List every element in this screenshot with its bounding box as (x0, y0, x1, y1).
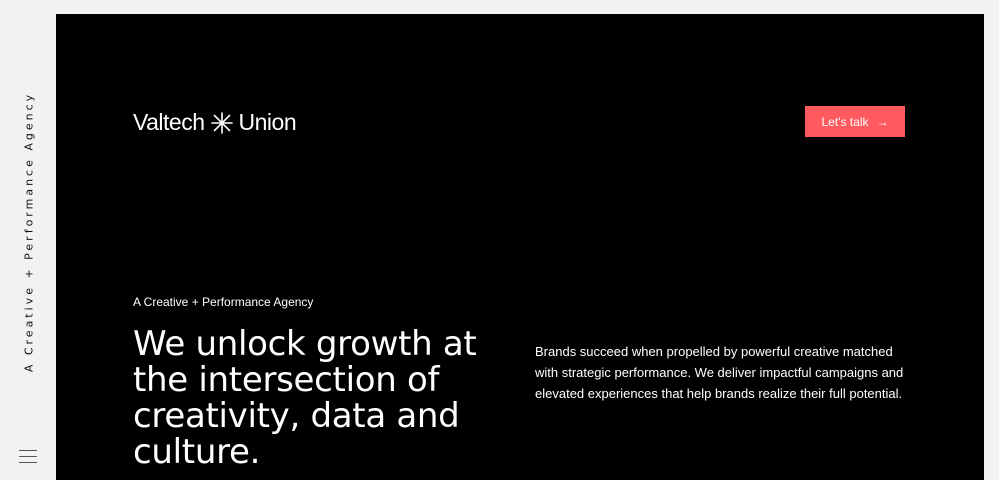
lets-talk-label: Let's talk (821, 114, 869, 129)
hero-section: Valtech Union Let's talk → A Creative + … (56, 14, 984, 480)
menu-line (19, 456, 37, 457)
menu-line (19, 462, 37, 463)
hero-headline: We unlock growth at the intersection of … (133, 324, 477, 472)
logo-text-union: Union (238, 109, 297, 135)
logo-text-valtech: Valtech (133, 109, 205, 135)
arrow-right-icon: → (876, 114, 889, 129)
asterisk-star-icon (210, 111, 233, 134)
lets-talk-button[interactable]: Let's talk → (805, 106, 905, 137)
menu-line (19, 450, 37, 451)
site-logo[interactable]: Valtech Union (133, 109, 297, 136)
hero-description: Brands succeed when propelled by powerfu… (535, 344, 904, 401)
hero-eyebrow: A Creative + Performance Agency (133, 295, 314, 309)
left-sidebar: A Creative + Performance Agency (0, 0, 56, 480)
sidebar-tagline: A Creative + Performance Agency (22, 91, 36, 373)
hamburger-menu-icon[interactable] (19, 450, 37, 464)
